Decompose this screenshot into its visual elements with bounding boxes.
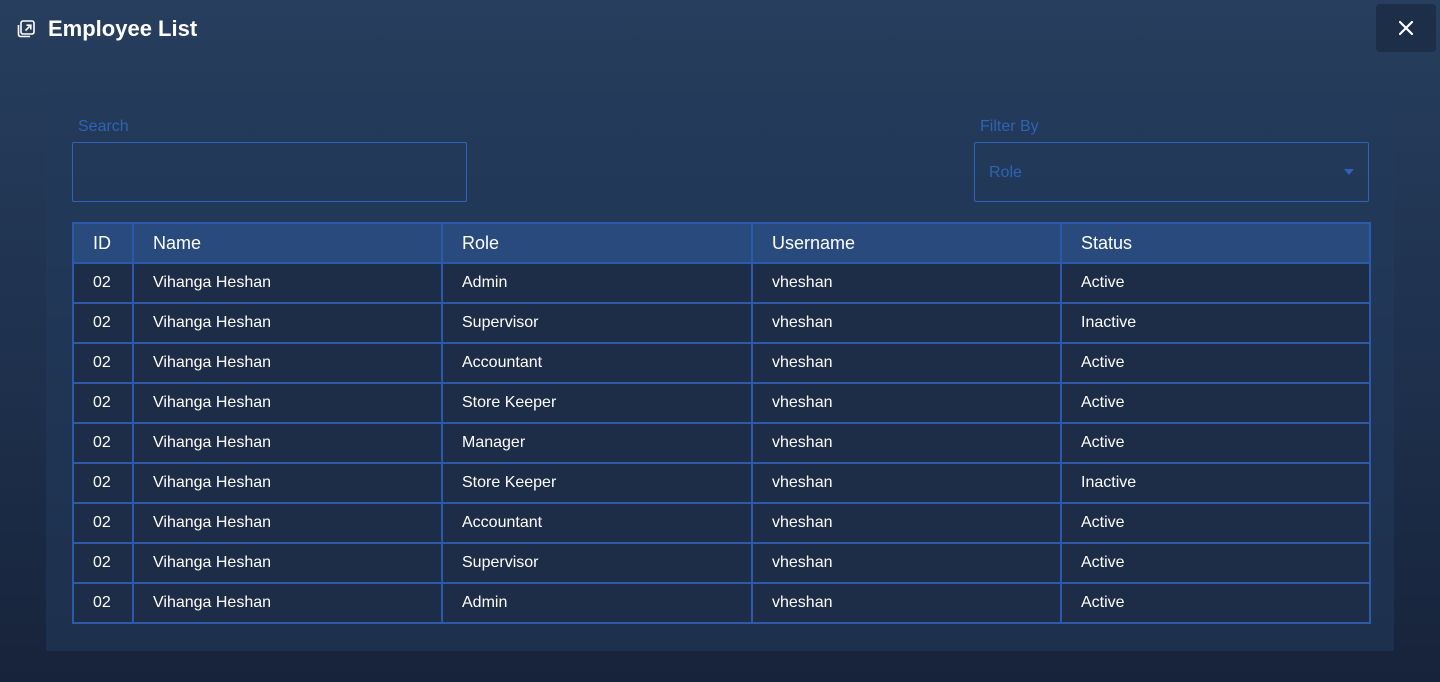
filter-label: Filter By [980, 118, 1039, 135]
table-row[interactable]: 02 Vihanga Heshan Accountant vheshan Act… [72, 502, 1371, 544]
cell-role: Accountant [441, 342, 753, 384]
column-header-role[interactable]: Role [441, 222, 753, 264]
cell-status: Inactive [1060, 302, 1371, 344]
cell-role: Accountant [441, 502, 753, 544]
cell-name: Vihanga Heshan [132, 382, 443, 424]
cell-username: vheshan [751, 542, 1062, 584]
cell-username: vheshan [751, 422, 1062, 464]
cell-role: Supervisor [441, 302, 753, 344]
cell-status: Active [1060, 502, 1371, 544]
cell-role: Admin [441, 582, 753, 624]
column-header-name[interactable]: Name [132, 222, 443, 264]
table-row[interactable]: 02 Vihanga Heshan Store Keeper vheshan I… [72, 462, 1371, 504]
cell-id: 02 [72, 582, 134, 624]
cell-username: vheshan [751, 302, 1062, 344]
cell-id: 02 [72, 462, 134, 504]
table-row[interactable]: 02 Vihanga Heshan Admin vheshan Active [72, 582, 1371, 624]
table-row[interactable]: 02 Vihanga Heshan Supervisor vheshan Ina… [72, 302, 1371, 344]
cell-username: vheshan [751, 382, 1062, 424]
cell-id: 02 [72, 422, 134, 464]
cell-username: vheshan [751, 262, 1062, 304]
table-row[interactable]: 02 Vihanga Heshan Accountant vheshan Act… [72, 342, 1371, 384]
table-row[interactable]: 02 Vihanga Heshan Admin vheshan Active [72, 262, 1371, 304]
filter-selected-value: Role [989, 164, 1022, 181]
cell-id: 02 [72, 302, 134, 344]
cell-role: Supervisor [441, 542, 753, 584]
cell-role: Admin [441, 262, 753, 304]
cell-name: Vihanga Heshan [132, 502, 443, 544]
cell-status: Active [1060, 582, 1371, 624]
cell-status: Active [1060, 382, 1371, 424]
role-filter-select[interactable]: Role [974, 142, 1369, 202]
cell-status: Active [1060, 422, 1371, 464]
page-title: Employee List [48, 16, 198, 41]
cell-username: vheshan [751, 582, 1062, 624]
cell-status: Active [1060, 342, 1371, 384]
cell-name: Vihanga Heshan [132, 422, 443, 464]
cell-status: Active [1060, 262, 1371, 304]
cell-name: Vihanga Heshan [132, 582, 443, 624]
column-header-username[interactable]: Username [751, 222, 1062, 264]
cell-status: Active [1060, 542, 1371, 584]
cell-id: 02 [72, 262, 134, 304]
search-label: Search [78, 118, 129, 135]
column-header-id[interactable]: ID [72, 222, 134, 264]
cell-name: Vihanga Heshan [132, 262, 443, 304]
cell-name: Vihanga Heshan [132, 542, 443, 584]
cell-username: vheshan [751, 502, 1062, 544]
modal-header: Employee List [0, 0, 1440, 60]
cell-id: 02 [72, 382, 134, 424]
cell-status: Inactive [1060, 462, 1371, 504]
cell-id: 02 [72, 342, 134, 384]
table-row[interactable]: 02 Vihanga Heshan Store Keeper vheshan A… [72, 382, 1371, 424]
table-row[interactable]: 02 Vihanga Heshan Supervisor vheshan Act… [72, 542, 1371, 584]
cell-id: 02 [72, 502, 134, 544]
search-input[interactable] [72, 142, 467, 202]
chevron-down-icon [1344, 169, 1354, 175]
cell-role: Store Keeper [441, 462, 753, 504]
table-header-row: ID Name Role Username Status [72, 222, 1371, 264]
cell-name: Vihanga Heshan [132, 302, 443, 344]
cell-name: Vihanga Heshan [132, 462, 443, 504]
close-button[interactable] [1376, 4, 1436, 52]
open-external-icon [16, 19, 36, 39]
cell-role: Store Keeper [441, 382, 753, 424]
cell-name: Vihanga Heshan [132, 342, 443, 384]
cell-id: 02 [72, 542, 134, 584]
cell-username: vheshan [751, 462, 1062, 504]
table-row[interactable]: 02 Vihanga Heshan Manager vheshan Active [72, 422, 1371, 464]
cell-username: vheshan [751, 342, 1062, 384]
employee-table: ID Name Role Username Status 02 Vihanga … [72, 222, 1371, 624]
column-header-status[interactable]: Status [1060, 222, 1371, 264]
cell-role: Manager [441, 422, 753, 464]
close-icon [1398, 20, 1414, 36]
